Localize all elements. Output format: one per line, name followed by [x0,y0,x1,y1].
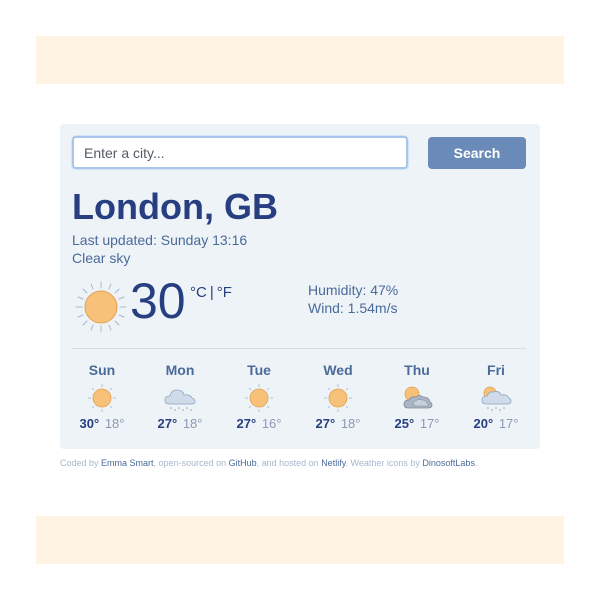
weather-description: Clear sky [72,250,131,266]
sun-cloud-rain-icon [481,386,512,411]
divider [72,348,526,349]
forecast-min: 18° [182,416,203,431]
forecast-min: 17° [498,416,519,431]
forecast-max: 27° [236,416,257,431]
current-temperature: 30 [130,273,186,329]
forecast-max: 20° [473,416,494,431]
forecast-min: 18° [340,416,361,431]
netlify-link[interactable]: Netlify [321,458,345,468]
cloud-rain-icon [164,389,196,411]
forecast-temps: 25° 17° [387,416,447,431]
forecast-max: 25° [394,416,415,431]
footer-text: . [474,458,478,468]
forecast-temps: 27° 18° [150,416,210,431]
forecast-day: Wed 27° 18° [308,362,368,431]
footer-text: , and hosted on [256,458,322,468]
clear-sky-sun-icon [245,384,273,412]
clear-sky-sun-icon [324,384,352,412]
fahrenheit-link[interactable]: °F [217,284,232,301]
forecast-row: Sun 30° 18° Mon 27° 18° Tue 27° 16° Wed … [72,362,526,442]
forecast-day-name: Tue [247,362,271,378]
forecast-temps: 30° 18° [72,416,132,431]
unit-toggle: °C | °F [190,284,232,301]
forecast-day: Thu 25° 17° [387,362,447,431]
footer-text: . Weather icons by [345,458,423,468]
wind-speed: Wind: 1.54m/s [308,300,398,316]
forecast-min: 16° [261,416,282,431]
dinosoft-link[interactable]: DinosoftLabs [422,458,475,468]
forecast-temps: 20° 17° [466,416,526,431]
city-name: London, GB [72,186,278,227]
sun-behind-clouds-icon [403,386,433,409]
clear-sky-sun-icon [88,384,116,412]
github-link[interactable]: GitHub [229,458,257,468]
forecast-temps: 27° 16° [229,416,289,431]
forecast-temps: 27° 18° [308,416,368,431]
forecast-max: 27° [315,416,336,431]
city-search-input[interactable] [72,136,408,169]
forecast-min: 18° [104,416,125,431]
search-button[interactable]: Search [428,137,526,169]
footer-credits: Coded by Emma Smart, open-sourced on Git… [60,458,540,468]
forecast-day-name: Mon [165,362,195,378]
footer-text: Coded by [60,458,102,468]
forecast-day: Tue 27° 16° [229,362,289,431]
forecast-max: 27° [157,416,178,431]
unit-separator: | [209,284,214,301]
footer-text: , open-sourced on [153,458,229,468]
bottom-banner [36,516,564,564]
forecast-day: Mon 27° 18° [150,362,210,431]
humidity: Humidity: 47% [308,282,399,298]
forecast-max: 30° [79,416,100,431]
forecast-day: Fri 20° 17° [466,362,526,431]
last-updated: Last updated: Sunday 13:16 [72,232,248,248]
forecast-day-name: Thu [404,362,430,378]
forecast-min: 17° [419,416,440,431]
top-banner [36,36,564,84]
forecast-day: Sun 30° 18° [72,362,132,431]
celsius-link[interactable]: °C [190,284,207,301]
clear-sky-sun-icon [75,281,127,333]
weather-card: Search London, GB Last updated: Sunday 1… [60,124,540,449]
forecast-day-name: Wed [323,362,353,378]
author-link[interactable]: Emma Smart [101,458,154,468]
forecast-day-name: Fri [487,362,505,378]
forecast-day-name: Sun [88,362,116,378]
